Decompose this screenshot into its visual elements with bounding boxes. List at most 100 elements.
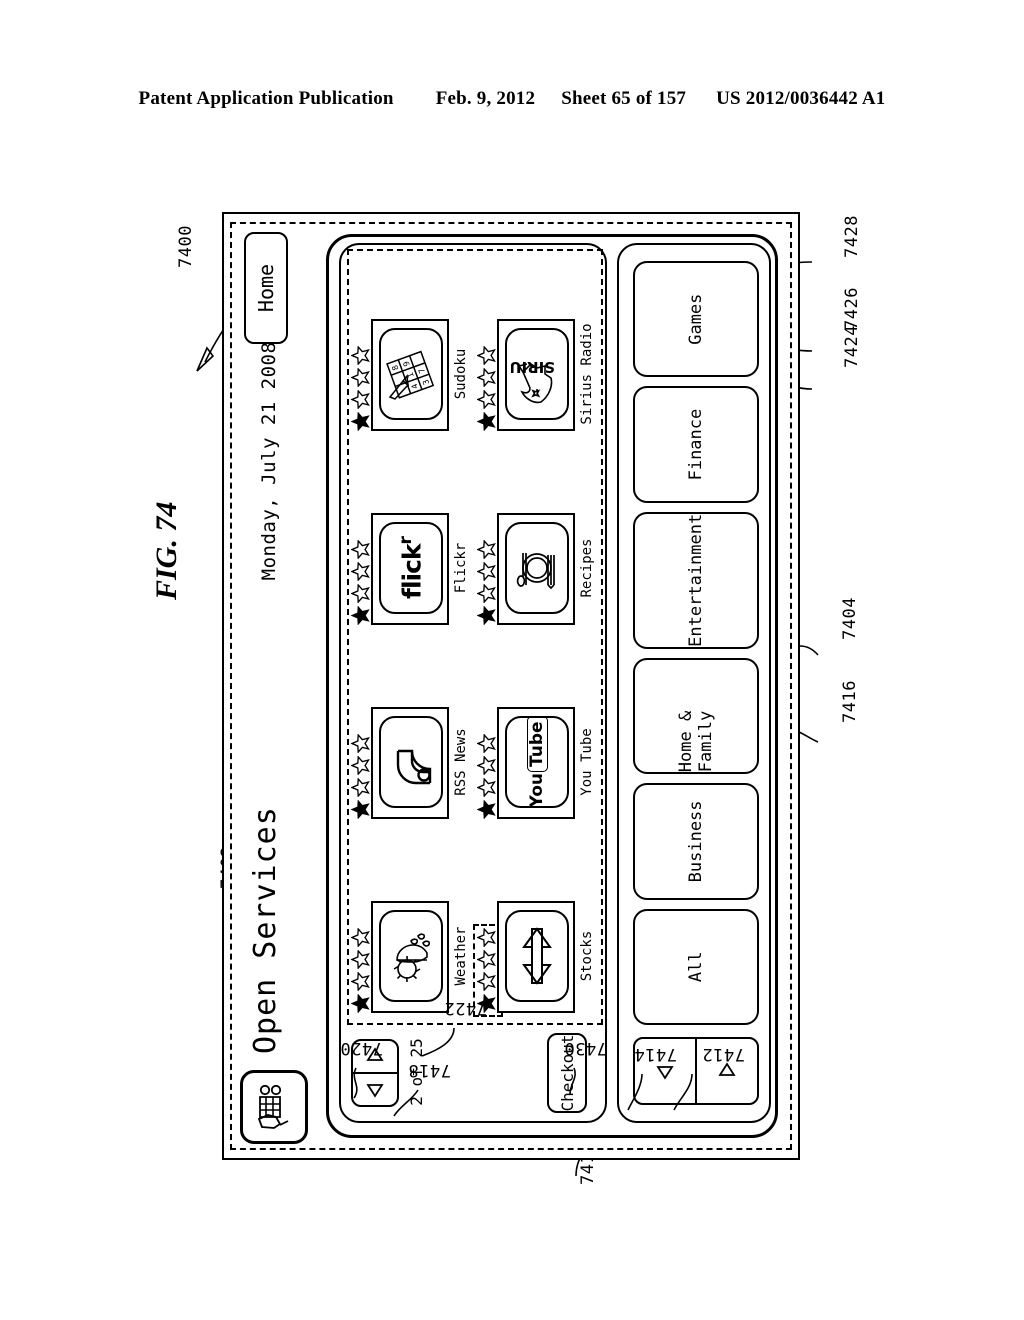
rating-stars[interactable]	[351, 734, 373, 819]
tile-youtube[interactable]: You Tube You Tube	[477, 641, 599, 825]
triangle-left-icon	[366, 1084, 384, 1099]
tile-recipes[interactable]: Recipes	[477, 447, 599, 631]
shopping-cart-button[interactable]	[240, 1070, 308, 1144]
star-empty-icon	[351, 734, 370, 753]
tile-card[interactable]	[371, 707, 449, 819]
ref-7430: 7430	[564, 1038, 607, 1058]
category-button-entertainment[interactable]: Entertainment	[633, 511, 759, 649]
tile-card[interactable]	[371, 901, 449, 1013]
tile-flickr[interactable]: flickr Flickr	[351, 447, 473, 631]
plate-cutlery-icon	[505, 522, 569, 614]
rating-stars[interactable]	[477, 346, 499, 431]
home-button[interactable]: Home	[244, 232, 288, 344]
rating-stars[interactable]	[351, 540, 373, 625]
rating-stars[interactable]	[477, 540, 499, 625]
tile-card[interactable]	[497, 901, 575, 1013]
ref-7424: 7424	[842, 325, 862, 368]
content-panel: 2 of 25 Checkout Weather RSS News flickr…	[326, 234, 778, 1138]
tile-card[interactable]: flickr	[371, 513, 449, 625]
star-empty-icon	[477, 540, 496, 559]
rating-stars[interactable]	[351, 346, 373, 431]
flickr-logo-icon: flickr	[379, 522, 443, 614]
star-empty-icon	[477, 756, 496, 775]
rating-stars[interactable]	[477, 734, 499, 819]
category-button-games[interactable]: Games	[633, 260, 759, 378]
svg-text:3: 3	[421, 378, 431, 386]
category-button-home-family[interactable]: Home & Family	[633, 657, 759, 775]
rating-stars[interactable]	[351, 928, 373, 1013]
youtube-logo-icon: You Tube	[505, 716, 569, 808]
category-button-all[interactable]: All	[633, 908, 759, 1025]
star-empty-icon	[351, 368, 370, 387]
star-empty-icon	[477, 734, 496, 753]
publication-date: Feb. 9, 2012	[435, 88, 536, 109]
tile-card[interactable]: 89 17 43	[371, 319, 449, 431]
ref-7426: 7426	[842, 287, 862, 330]
star-empty-icon	[351, 756, 370, 775]
tile-sudoku[interactable]: 89 17 43 Sudoku	[351, 253, 473, 437]
tile-label: Flickr	[453, 542, 469, 594]
tile-label: You Tube	[579, 728, 595, 796]
ref-7420: 7420	[340, 1038, 383, 1058]
status-date: Monday, July 21 2008	[258, 341, 280, 581]
tile-rss-news[interactable]: RSS News	[351, 641, 473, 825]
tile-label: Recipes	[579, 538, 595, 598]
svg-text:7: 7	[417, 367, 427, 375]
star-empty-icon	[477, 584, 496, 603]
tile-prev-button[interactable]	[353, 1074, 397, 1105]
ref-7428: 7428	[842, 215, 862, 258]
ref-7412: 7412	[702, 1044, 745, 1064]
tile-card[interactable]: SIRIUS	[497, 319, 575, 431]
star-filled-icon	[477, 800, 496, 819]
youtube-text-part1: You	[526, 773, 547, 808]
star-empty-icon	[351, 390, 370, 409]
ref-7414: 7414	[634, 1044, 677, 1064]
tile-label: Stocks	[579, 930, 595, 982]
flickr-text-part1: flick	[397, 544, 427, 599]
app-title: Open Services	[248, 806, 283, 1054]
star-filled-icon	[477, 412, 496, 431]
star-empty-icon	[351, 972, 370, 991]
patent-header: Patent Application Publication Feb. 9, 2…	[0, 88, 1024, 110]
ref-7416: 7416	[840, 680, 860, 723]
ref-7404: 7404	[840, 597, 860, 640]
svg-text:9: 9	[402, 360, 412, 368]
flickr-text-part2: r	[395, 537, 416, 545]
star-filled-icon	[351, 606, 370, 625]
browse-controls: 2 of 25 Checkout	[349, 1033, 599, 1113]
tile-sirius-radio[interactable]: SIRIUS Sirius Radio	[477, 253, 599, 437]
sheet-number: Sheet 65 of 157	[561, 88, 687, 109]
tile-card[interactable]	[497, 513, 575, 625]
star-empty-icon	[351, 346, 370, 365]
triangle-left-icon	[656, 1066, 674, 1080]
star-empty-icon	[477, 950, 496, 969]
triangle-right-icon	[718, 1062, 736, 1076]
tile-label: RSS News	[453, 728, 469, 796]
star-empty-icon	[351, 950, 370, 969]
double-arrow-icon	[505, 910, 569, 1002]
browse-panel: 2 of 25 Checkout Weather RSS News flickr…	[339, 243, 607, 1123]
star-empty-icon	[477, 390, 496, 409]
youtube-text-part2: Tube	[526, 716, 548, 772]
tile-weather[interactable]: Weather	[351, 835, 473, 1019]
star-empty-icon	[477, 562, 496, 581]
ref-7422: 7422	[444, 998, 487, 1018]
category-panel: All Business Home & Family Entertainment…	[617, 243, 771, 1123]
tile-stocks[interactable]: Stocks	[475, 835, 599, 1029]
tile-grid: Weather RSS News flickr Flickr 8 9 1 7 4…	[351, 253, 599, 1029]
star-empty-icon	[351, 778, 370, 797]
ref-7418: 7418	[408, 1060, 451, 1080]
star-empty-icon	[477, 346, 496, 365]
tile-card[interactable]: You Tube	[497, 707, 575, 819]
category-button-business[interactable]: Business	[633, 783, 759, 900]
figure-label: FIG. 74	[150, 501, 183, 600]
star-empty-icon	[477, 972, 496, 991]
tile-label: Sirius Radio	[579, 323, 595, 425]
publication-text: Patent Application Publication	[138, 88, 394, 109]
star-filled-icon	[477, 606, 496, 625]
sudoku-grid-icon: 89 17 43	[379, 328, 443, 420]
svg-text:8: 8	[390, 364, 400, 372]
category-button-finance[interactable]: Finance	[633, 386, 759, 503]
rss-feed-icon	[379, 716, 443, 808]
figure-drawing: Open Services Monday, July 21 2008 3:51 …	[222, 210, 802, 1160]
